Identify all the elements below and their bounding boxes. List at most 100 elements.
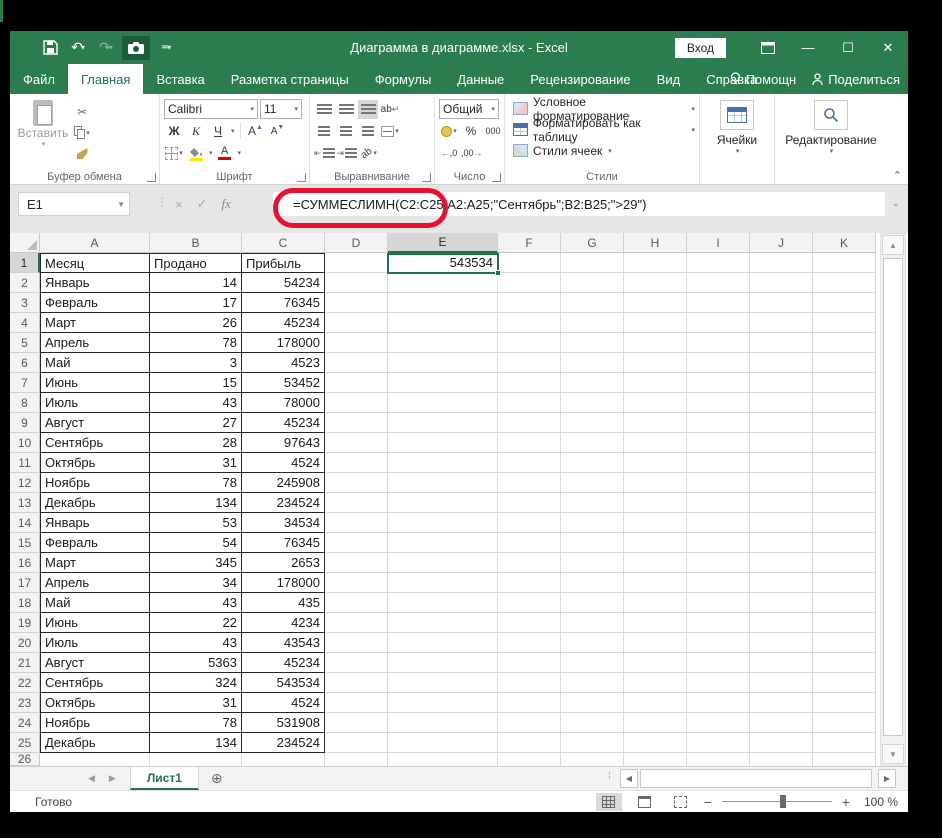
- cell-A26[interactable]: [40, 753, 150, 766]
- cell-I4[interactable]: [687, 313, 750, 333]
- decrease-font-icon[interactable]: А ▼: [268, 122, 288, 141]
- select-all-button[interactable]: [10, 233, 40, 253]
- tab-Формулы[interactable]: Формулы: [362, 64, 445, 94]
- column-header-G[interactable]: G: [561, 233, 624, 253]
- zoom-slider-thumb[interactable]: [779, 795, 786, 808]
- cell-B12[interactable]: 78: [150, 473, 242, 493]
- cell-E12[interactable]: [388, 473, 498, 493]
- cell-F10[interactable]: [498, 433, 561, 453]
- undo-dropdown-icon[interactable]: ▾: [81, 43, 85, 52]
- cell-J11[interactable]: [750, 453, 813, 473]
- cell-G19[interactable]: [561, 613, 624, 633]
- cell-G6[interactable]: [561, 353, 624, 373]
- cell-H9[interactable]: [624, 413, 687, 433]
- cell-H15[interactable]: [624, 533, 687, 553]
- cell-A21[interactable]: Август: [40, 653, 150, 673]
- sign-in-button[interactable]: Вход: [674, 37, 726, 58]
- cell-J2[interactable]: [750, 273, 813, 293]
- cell-J3[interactable]: [750, 293, 813, 313]
- row-header-2[interactable]: 2: [10, 273, 40, 293]
- cell-H3[interactable]: [624, 293, 687, 313]
- cell-G5[interactable]: [561, 333, 624, 353]
- cell-E24[interactable]: [388, 713, 498, 733]
- cell-D8[interactable]: [325, 393, 388, 413]
- row-header-5[interactable]: 5: [10, 333, 40, 353]
- cell-D18[interactable]: [325, 593, 388, 613]
- cell-K26[interactable]: [813, 753, 876, 766]
- cell-H23[interactable]: [624, 693, 687, 713]
- cell-I5[interactable]: [687, 333, 750, 353]
- camera-icon[interactable]: [122, 35, 150, 60]
- cell-E19[interactable]: [388, 613, 498, 633]
- cell-A5[interactable]: Апрель: [40, 333, 150, 353]
- cell-B26[interactable]: [150, 753, 242, 766]
- maximize-button[interactable]: ☐: [828, 31, 868, 64]
- cell-C22[interactable]: 543534: [242, 673, 325, 693]
- cell-E7[interactable]: [388, 373, 498, 393]
- cell-A23[interactable]: Октябрь: [40, 693, 150, 713]
- cell-C21[interactable]: 45234: [242, 653, 325, 673]
- underline-dropdown-icon[interactable]: ▾: [231, 127, 235, 135]
- row-header-9[interactable]: 9: [10, 413, 40, 433]
- undo-icon[interactable]: ↶ ▾: [66, 36, 90, 60]
- editing-button[interactable]: Редактирование ▾: [781, 98, 881, 168]
- tab-Рецензирование[interactable]: Рецензирование: [517, 64, 643, 94]
- cell-I18[interactable]: [687, 593, 750, 613]
- cell-D13[interactable]: [325, 493, 388, 513]
- cell-F26[interactable]: [498, 753, 561, 766]
- cell-G17[interactable]: [561, 573, 624, 593]
- cell-C26[interactable]: [242, 753, 325, 766]
- cell-H19[interactable]: [624, 613, 687, 633]
- cell-A4[interactable]: Март: [40, 313, 150, 333]
- cell-E23[interactable]: [388, 693, 498, 713]
- namebox-splitter[interactable]: ⋮: [156, 195, 168, 209]
- zoom-in-icon[interactable]: +: [842, 794, 850, 810]
- cell-J16[interactable]: [750, 553, 813, 573]
- cell-B5[interactable]: 78: [150, 333, 242, 353]
- cell-H13[interactable]: [624, 493, 687, 513]
- zoom-out-icon[interactable]: −: [704, 794, 712, 810]
- cell-H17[interactable]: [624, 573, 687, 593]
- cell-I6[interactable]: [687, 353, 750, 373]
- copy-icon[interactable]: ▾: [72, 123, 92, 142]
- cut-icon[interactable]: ✂: [72, 102, 92, 121]
- cell-D23[interactable]: [325, 693, 388, 713]
- column-header-J[interactable]: J: [750, 233, 813, 253]
- cell-F19[interactable]: [498, 613, 561, 633]
- column-header-H[interactable]: H: [624, 233, 687, 253]
- cell-I20[interactable]: [687, 633, 750, 653]
- cell-E18[interactable]: [388, 593, 498, 613]
- cell-A10[interactable]: Сентябрь: [40, 433, 150, 453]
- cell-B3[interactable]: 17: [150, 293, 242, 313]
- align-middle-icon[interactable]: [336, 100, 356, 119]
- cell-I17[interactable]: [687, 573, 750, 593]
- cell-F20[interactable]: [498, 633, 561, 653]
- cell-J8[interactable]: [750, 393, 813, 413]
- cell-F6[interactable]: [498, 353, 561, 373]
- cell-K13[interactable]: [813, 493, 876, 513]
- vertical-scrollbar[interactable]: ▲ ▼: [880, 233, 906, 766]
- cell-A3[interactable]: Февраль: [40, 293, 150, 313]
- cell-A20[interactable]: Июль: [40, 633, 150, 653]
- cell-B13[interactable]: 134: [150, 493, 242, 513]
- cell-I7[interactable]: [687, 373, 750, 393]
- cell-H16[interactable]: [624, 553, 687, 573]
- clipboard-dialog-launcher-icon[interactable]: [147, 173, 156, 182]
- cell-F2[interactable]: [498, 273, 561, 293]
- cell-B22[interactable]: 324: [150, 673, 242, 693]
- cell-G4[interactable]: [561, 313, 624, 333]
- row-header-23[interactable]: 23: [10, 693, 40, 713]
- cell-D22[interactable]: [325, 673, 388, 693]
- cell-G13[interactable]: [561, 493, 624, 513]
- font-dialog-launcher-icon[interactable]: [297, 173, 306, 182]
- cell-C24[interactable]: 531908: [242, 713, 325, 733]
- cell-F25[interactable]: [498, 733, 561, 753]
- cell-E8[interactable]: [388, 393, 498, 413]
- cell-D7[interactable]: [325, 373, 388, 393]
- decrease-decimal-icon[interactable]: ,00 →: [461, 144, 483, 163]
- cell-C7[interactable]: 53452: [242, 373, 325, 393]
- cell-I15[interactable]: [687, 533, 750, 553]
- cell-K25[interactable]: [813, 733, 876, 753]
- row-header-1[interactable]: 1: [10, 253, 40, 273]
- cell-C10[interactable]: 97643: [242, 433, 325, 453]
